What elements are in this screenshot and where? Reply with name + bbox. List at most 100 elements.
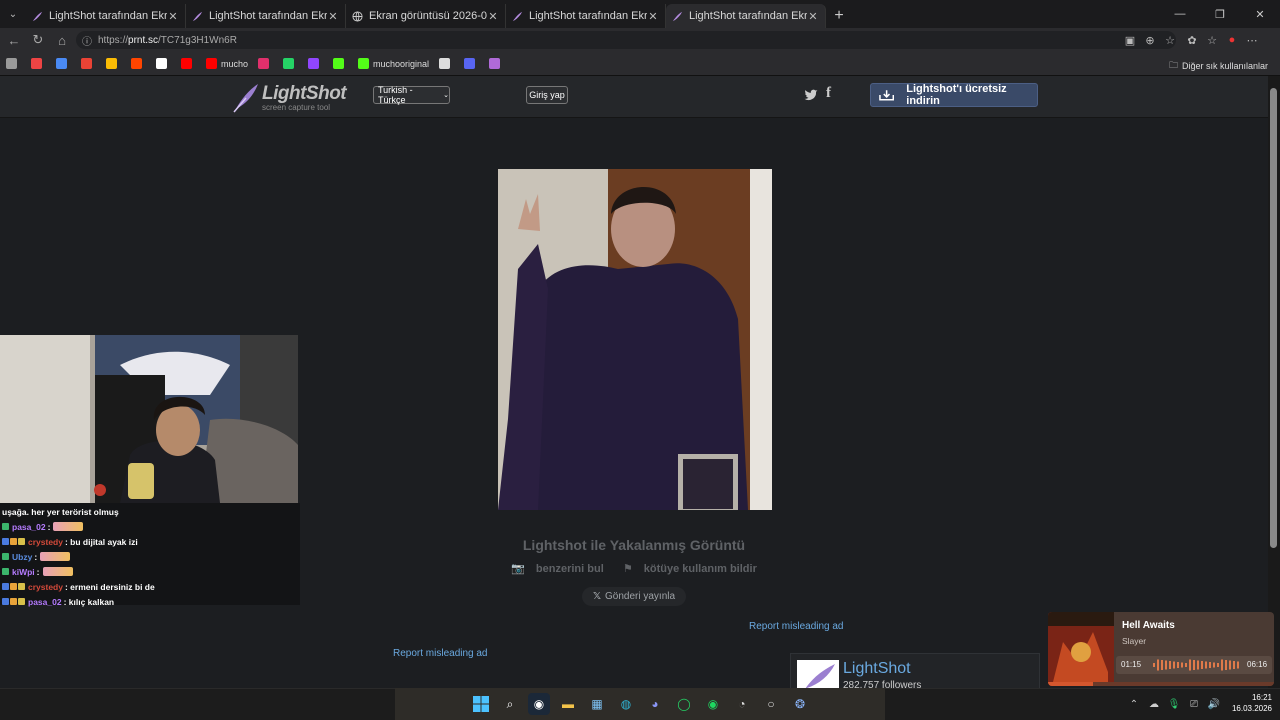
minimize-icon[interactable]: — [1160, 0, 1200, 28]
chat-username[interactable]: pasa_02 [12, 522, 46, 532]
flag-icon: ⚑ [622, 563, 633, 575]
bookmark-item[interactable] [56, 58, 71, 69]
microphone-icon[interactable]: 🎙 [1164, 699, 1184, 710]
tab-close-icon[interactable]: ✕ [487, 10, 499, 23]
bookmark-item[interactable] [439, 58, 454, 69]
lightshot-social-card[interactable]: LightShot 282,757 followers [790, 653, 1040, 688]
bookmark-item[interactable] [131, 58, 146, 69]
tab-close-icon[interactable]: ✕ [167, 10, 179, 23]
tab-close-icon[interactable]: ✕ [807, 10, 819, 23]
bookmark-item[interactable] [283, 58, 298, 69]
search-icon[interactable]: ⌕ [499, 693, 521, 715]
url-info-icon[interactable]: ⓘ [82, 33, 92, 48]
chat-badge-icon [18, 598, 25, 605]
find-similar-link[interactable]: 📷 benzerini bul [507, 563, 608, 575]
browser-tab[interactable]: Ekran görüntüsü 2026-03-01 0428✕ [346, 4, 506, 28]
obs-icon[interactable]: ◔ [731, 693, 753, 715]
post-to-x-button[interactable]: 𝕏 Gönderi yayınla [582, 587, 686, 606]
waveform-bar [1213, 662, 1215, 668]
favorite-star-icon[interactable]: ☆ [1160, 34, 1180, 47]
report-abuse-link[interactable]: ⚑ kötüye kullanım bildir [619, 563, 761, 575]
chat-message: crystedy: bu dijital ayak izi [2, 534, 298, 549]
login-button[interactable]: Giriş yap [526, 86, 568, 104]
report-ad-link[interactable]: Report misleading ad [393, 648, 488, 659]
close-window-icon[interactable]: ✕ [1240, 0, 1280, 28]
tab-close-icon[interactable]: ✕ [647, 10, 659, 23]
browser-tab[interactable]: LightShot tarafından Ekran Görüntü✕ [506, 4, 666, 28]
bookmark-favicon-icon [333, 58, 345, 69]
bookmark-favicon-icon [6, 58, 17, 69]
report-ad-link[interactable]: Report misleading ad [749, 621, 844, 632]
facebook-icon[interactable]: f [826, 85, 831, 102]
track-progress[interactable] [1048, 682, 1274, 686]
bookmark-item[interactable] [489, 58, 504, 69]
chat-username[interactable]: kiWpi [12, 567, 35, 577]
spotify-icon[interactable]: ◉ [702, 693, 724, 715]
bookmark-item[interactable] [464, 58, 479, 69]
refresh-icon[interactable]: ↻ [26, 32, 50, 48]
twitter-icon[interactable] [804, 88, 818, 102]
browser-tab[interactable]: LightShot tarafından Ekran Görüntü✕ [26, 4, 186, 28]
whatsapp-icon[interactable]: ◯ [673, 693, 695, 715]
back-icon[interactable]: ← [2, 33, 26, 48]
network-icon[interactable]: ⎚ [1184, 699, 1204, 710]
tray-chevron-icon[interactable]: ⌃ [1124, 699, 1144, 710]
bookmark-item[interactable]: muchooriginal [358, 58, 429, 69]
taskbar-clock[interactable]: 16:21 16.03.2026 [1222, 692, 1272, 714]
other-favorites[interactable]: 🗀 Diğer sık kullanılanlar [1169, 58, 1268, 74]
profile-avatar[interactable]: ● [1222, 34, 1242, 46]
lightshot-feather-icon [512, 11, 523, 22]
bookmark-item[interactable] [333, 58, 348, 69]
waveform-bar [1217, 663, 1219, 667]
bookmark-label: mucho [221, 58, 249, 69]
file-explorer-icon[interactable]: ▬ [557, 693, 579, 715]
extensions-icon[interactable]: ✿ [1182, 34, 1202, 47]
bookmark-item[interactable] [308, 58, 323, 69]
store-icon[interactable]: ▦ [586, 693, 608, 715]
discord-icon[interactable]: ◕ [644, 693, 666, 715]
browser-tab[interactable]: LightShot tarafından Ekran Görüntü✕ [666, 4, 826, 28]
screenshot-image[interactable] [498, 169, 772, 510]
download-button[interactable]: Lightshot'ı ücretsiz indirin [870, 83, 1038, 107]
chat-emote-image [53, 522, 84, 531]
tab-close-icon[interactable]: ✕ [327, 10, 339, 23]
zoom-icon[interactable]: ⊕ [1140, 34, 1160, 47]
address-bar[interactable]: ⓘ https://prnt.sc/TC71g3H1Wn6R [76, 31, 1176, 49]
windows-start-icon[interactable] [470, 693, 492, 715]
bookmark-item[interactable] [81, 58, 96, 69]
new-tab-button[interactable]: + [826, 4, 852, 28]
language-select[interactable]: Turkish - Türkçe ⌄ [373, 85, 450, 105]
cloud-icon[interactable]: ☁ [1144, 699, 1164, 710]
bookmark-item[interactable] [156, 58, 171, 69]
bookmark-item[interactable] [6, 58, 21, 69]
tab-list-chevron-icon[interactable]: ⌄ [0, 0, 26, 28]
edge-icon[interactable]: ◍ [615, 693, 637, 715]
track-progress-fill [1048, 682, 1094, 686]
restore-icon[interactable]: ❐ [1200, 0, 1240, 28]
volume-icon[interactable]: 🔊 [1204, 699, 1224, 710]
steam-icon[interactable]: ◉ [528, 693, 550, 715]
chrome-like-icon[interactable]: ❂ [789, 693, 811, 715]
chat-username[interactable]: crystedy [28, 537, 63, 547]
chat-username[interactable]: pasa_02 [28, 597, 62, 607]
ring-app-icon[interactable]: ○ [760, 693, 782, 715]
bookmark-item[interactable]: mucho [206, 58, 248, 69]
scrollbar-thumb[interactable] [1270, 88, 1277, 548]
browser-tab[interactable]: LightShot tarafından Ekran Görüntü✕ [186, 4, 346, 28]
album-art-image [1048, 612, 1114, 686]
app-available-icon[interactable]: ▣ [1120, 34, 1140, 47]
chat-username[interactable]: crystedy [28, 582, 63, 592]
favorites-icon[interactable]: ☆ [1202, 34, 1222, 47]
bookmark-item[interactable] [181, 58, 196, 69]
bookmark-item[interactable] [31, 58, 46, 69]
more-menu-icon[interactable]: ⋯ [1242, 34, 1262, 47]
home-icon[interactable]: ⌂ [50, 33, 74, 48]
bookmark-item[interactable] [258, 58, 273, 69]
chat-username[interactable]: Ubzy [12, 552, 32, 562]
download-tray-icon [879, 90, 895, 101]
lightshot-logo[interactable]: LightShot screen capture tool [230, 82, 347, 114]
logo-subtitle: screen capture tool [262, 103, 331, 112]
chat-badge-icon [2, 538, 9, 545]
bookmark-item[interactable] [106, 58, 121, 69]
waveform-bar [1157, 659, 1159, 671]
